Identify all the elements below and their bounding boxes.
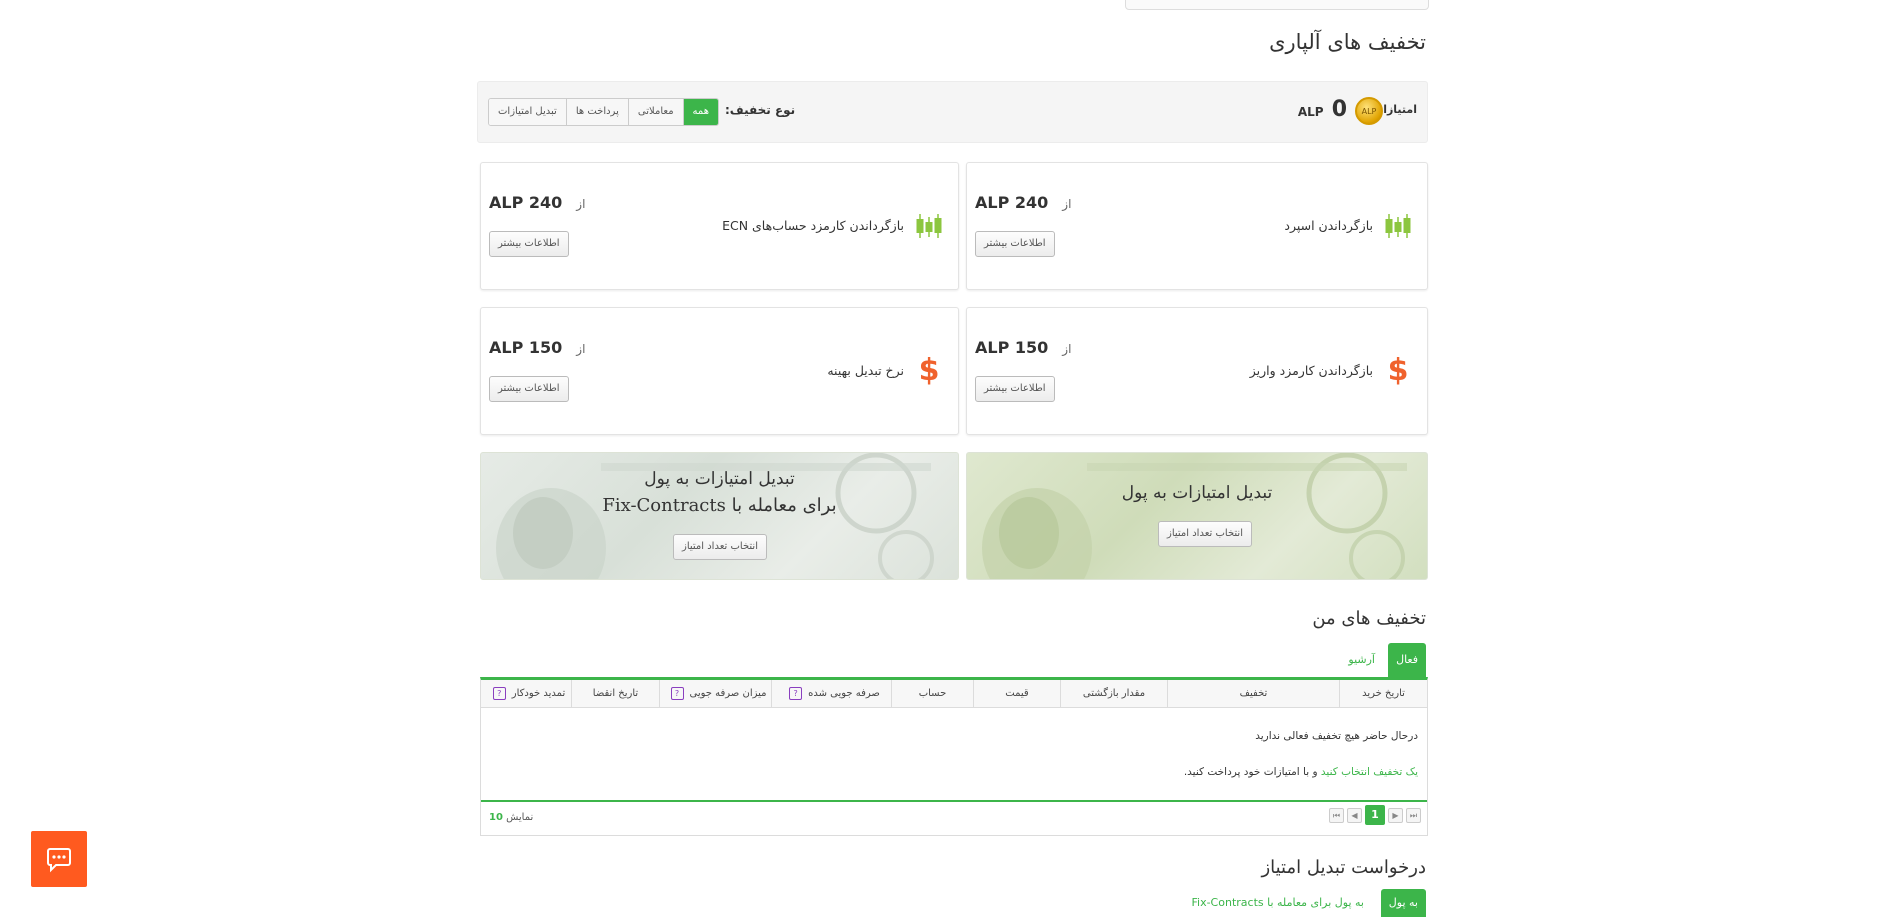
card-title: بازگرداندن کارمزد واریز [1249,363,1373,378]
hint-text: و با امتیازات خود پرداخت کنید. [1183,766,1321,778]
exchange-request-title: درخواست تبدیل امتیاز [1261,857,1426,878]
select-points-button[interactable]: انتخاب تعداد امتیاز [673,534,767,560]
choose-discount-link[interactable]: یک تخفیف انتخاب کنید [1321,766,1418,778]
card-price: ALP 240 از [975,193,1072,212]
column-saving-amount: میزان صرفه جویی? [659,680,771,707]
column-saved: صرفه جویی شده? [771,680,891,707]
tab-archive[interactable]: آرشیو [1340,643,1383,677]
tab-to-money[interactable]: به پول [1380,889,1426,917]
exchange-points-banner: تبدیل امتیازات به پول انتخاب تعداد امتیا… [966,452,1428,580]
help-icon[interactable]: ? [789,686,803,700]
card-title: نرخ تبدیل بهینه [827,363,904,378]
select-points-button[interactable]: انتخاب تعداد امتیاز [1158,521,1252,547]
more-info-button[interactable]: اطلاعات بیشتر [975,376,1055,402]
prev-page-button[interactable]: ◀ [1347,807,1362,823]
discount-card-ecn-commission: بازگرداندن کارمزد حساب‌های ECN ALP 240 از… [480,162,959,290]
banner-title: تبدیل امتیازات به پول [644,469,795,489]
alp-coin-icon: ALP [1355,97,1383,125]
card-title: بازگرداندن کارمزد حساب‌های ECN [722,218,904,233]
points-balance: ALP 0 [1298,97,1347,122]
page-size-value[interactable]: 10 [489,812,503,823]
candlestick-chart-icon [916,214,942,238]
my-discounts-title: تخفیف های من [1312,608,1426,629]
discount-card-spread: بازگرداندن اسپرد ALP 240 از اطلاعات بیشتر [966,162,1428,290]
tab-to-money-fix-contracts[interactable]: به پول برای معامله با Fix-Contracts [1184,889,1373,917]
filter-bar: امتیازات ALP ALP 0 نوع تخفیف: همه معاملا… [477,81,1428,143]
chat-icon [47,848,71,873]
filter-button-group: همه معاملاتی پرداخت ها تبدیل امتیازات [488,98,719,126]
column-price: قیمت [973,680,1060,707]
points-unit: ALP [1297,105,1324,119]
points-value: 0 [1331,97,1347,122]
banner-title: تبدیل امتیازات به پول [1121,483,1273,503]
filter-trading-button[interactable]: معاملاتی [627,99,683,125]
card-price: ALP 150 از [975,338,1072,357]
next-page-button[interactable]: ▶ [1388,807,1403,823]
section-title: تخفیف های آلپاری [1269,30,1426,54]
dollar-icon: $ [1387,353,1409,388]
discounts-table: تاریخ خرید تخفیف مقدار بازگشتی قیمت حساب… [480,677,1428,836]
exchange-points-fix-contracts-banner: تبدیل امتیازات به پول برای معامله با Fix… [480,452,959,580]
column-purchase-date: تاریخ خرید [1339,680,1427,707]
first-page-button[interactable]: ⏮ [1329,807,1344,823]
dollar-icon: $ [918,353,940,388]
help-icon[interactable]: ? [492,686,506,700]
column-auto-renew: تمدید خودکار? [481,680,571,707]
choose-discount-hint: یک تخفیف انتخاب کنید و با امتیازات خود پ… [1184,766,1418,778]
filter-label: نوع تخفیف: [725,103,796,117]
banknote-illustration [982,453,1407,579]
tab-active[interactable]: فعال [1388,643,1426,677]
more-info-button[interactable]: اطلاعات بیشتر [975,231,1055,257]
candlestick-chart-icon [1385,214,1411,238]
filter-payments-button[interactable]: پرداخت ها [565,99,628,125]
page-size: 10 نمایش [489,812,533,823]
more-info-button[interactable]: اطلاعات بیشتر [489,231,569,257]
filter-all-button[interactable]: همه [682,99,718,125]
column-discount: تخفیف [1167,680,1339,707]
card-price: ALP 240 از [489,193,586,212]
banner-subtitle: برای معامله با Fix-Contracts [602,495,837,516]
column-return-amount: مقدار بازگشتی [1060,680,1167,707]
more-info-button[interactable]: اطلاعات بیشتر [489,376,569,402]
filter-exchange-points-button[interactable]: تبدیل امتیازات [489,99,566,125]
column-expiry-date: تاریخ انقضا [571,680,659,707]
empty-message: درحال حاضر هیچ تخفیف فعالی ندارید [1255,730,1418,742]
help-icon[interactable]: ? [670,686,684,700]
pagination: ⏮ ◀ 1 ▶ ⏭ [1329,805,1421,825]
card-title: بازگرداندن اسپرد [1284,218,1373,233]
last-page-button[interactable]: ⏭ [1406,807,1421,823]
column-account: حساب [891,680,973,707]
chat-button[interactable] [31,831,87,887]
discount-card-deposit-commission: $ بازگرداندن کارمزد واریز ALP 150 از اطلا… [966,307,1428,435]
discount-card-optimal-rate: $ نرخ تبدیل بهینه ALP 150 از اطلاعات بیشت… [480,307,959,435]
table-footer: 10 نمایش ⏮ ◀ 1 ▶ ⏭ [481,800,1427,835]
top-input-edge [1125,0,1429,10]
card-price: ALP 150 از [489,338,586,357]
table-header: تاریخ خرید تخفیف مقدار بازگشتی قیمت حساب… [481,680,1427,708]
current-page[interactable]: 1 [1365,805,1385,825]
page-size-label: نمایش [506,812,534,823]
